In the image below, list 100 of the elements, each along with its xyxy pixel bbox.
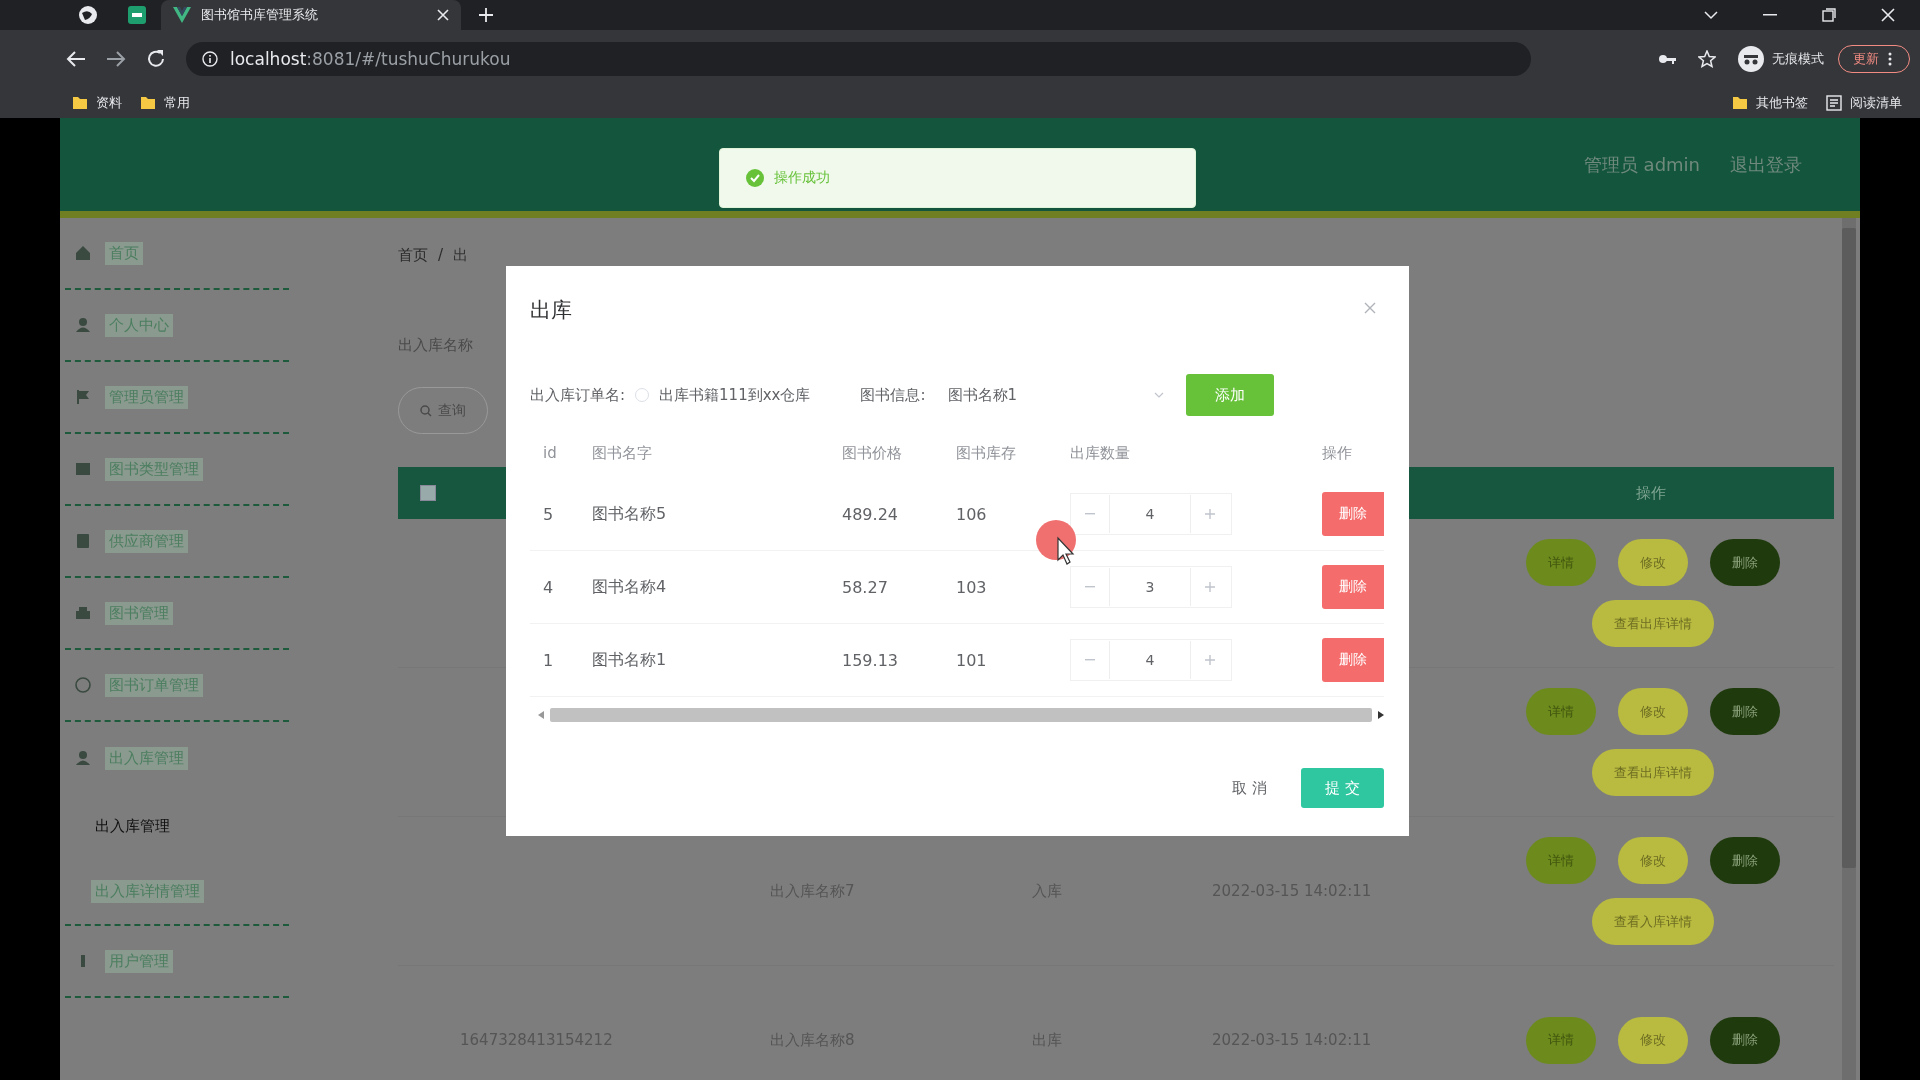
breadcrumb-item[interactable]: 首页 — [398, 245, 428, 265]
menu-item-icon — [75, 245, 91, 261]
table-cell-text: 489.24 — [842, 504, 899, 524]
minimize-icon[interactable] — [1763, 14, 1777, 16]
view-button[interactable]: 查看入库详情 — [1592, 898, 1714, 945]
add-button[interactable]: 添加 — [1185, 374, 1274, 416]
edit-button[interactable]: 修改 — [1618, 1016, 1688, 1064]
submit-button[interactable]: 提 交 — [1301, 768, 1384, 808]
back-icon[interactable] — [66, 50, 86, 68]
delete-button[interactable]: 删除 — [1710, 1016, 1780, 1064]
url-text: localhost:8081/#/tushuChurukou — [230, 49, 511, 69]
reload-icon[interactable] — [146, 49, 166, 69]
column-header: 图书库存 — [956, 443, 1017, 463]
column-header: 图书名字 — [592, 443, 653, 463]
delete-button[interactable]: 删除 — [1322, 492, 1384, 536]
menu-item-icon — [75, 461, 91, 477]
scroll-right-icon[interactable] — [1378, 711, 1384, 719]
table-cell-text: 4 — [542, 577, 555, 597]
delete-button[interactable]: 删除 — [1322, 638, 1384, 682]
info-icon — [202, 51, 218, 67]
browser-tab[interactable]: 图书馆书库管理系统 — [161, 0, 461, 30]
menu-item-icon — [75, 605, 91, 621]
menu-item-icon — [75, 317, 91, 333]
submenu-item[interactable]: 出入库管理 — [65, 794, 289, 859]
column-header: 操作 — [1322, 443, 1353, 463]
sidebar-item[interactable]: 出入库管理 — [65, 722, 289, 794]
sidebar-item[interactable]: 图书订单管理 — [65, 650, 289, 722]
table-cell-text: 58.27 — [842, 577, 889, 597]
table-cell-text: 图书名称4 — [592, 576, 668, 598]
more-icon[interactable] — [1888, 52, 1892, 66]
bookmark[interactable]: 常用 — [140, 94, 190, 112]
field-label: 出入库订单名: — [530, 385, 626, 405]
menu-item-icon — [75, 389, 91, 405]
menu-item-icon — [75, 677, 91, 693]
delete-button[interactable]: 删除 — [1710, 688, 1780, 735]
select-all-checkbox[interactable] — [420, 485, 436, 501]
edit-button[interactable]: 修改 — [1618, 837, 1688, 884]
table-cell-text: 图书名称5 — [592, 503, 668, 525]
sidebar-item[interactable]: 供应商管理 — [65, 506, 289, 578]
breadcrumb-separator: / — [438, 246, 444, 264]
table-cell-text: 159.13 — [842, 650, 899, 670]
delete-button[interactable]: 删除 — [1710, 837, 1780, 884]
sidebar-item[interactable]: 个人中心 — [65, 290, 289, 362]
sidebar-item[interactable]: 首页 — [65, 218, 289, 290]
edit-button[interactable]: 修改 — [1618, 688, 1688, 735]
table-cell-text: 1 — [542, 650, 555, 670]
sidebar-item[interactable]: 用户管理 — [65, 926, 289, 998]
bookmark[interactable]: 其他书签 — [1732, 94, 1808, 112]
profile-label: 无痕模式 — [1772, 50, 1824, 68]
column-header: 图书价格 — [842, 443, 903, 463]
menu-item-icon — [75, 750, 91, 766]
list-icon — [1826, 95, 1842, 111]
caret-icon — [1153, 392, 1164, 398]
folder-icon — [1732, 95, 1748, 111]
success-icon — [746, 169, 764, 187]
horizontal-scrollbar[interactable] — [550, 708, 1372, 722]
new-tab-icon[interactable] — [479, 8, 493, 22]
submenu-item[interactable]: 出入库详情管理 — [65, 859, 289, 924]
table-cell-text: 5 — [542, 504, 555, 524]
delete-button[interactable]: 删除 — [1710, 539, 1780, 586]
success-toast: 操作成功 — [719, 148, 1196, 208]
user-label: 管理员 admin — [1583, 152, 1700, 177]
star-icon[interactable] — [1698, 50, 1716, 68]
sidebar-item[interactable]: 管理员管理 — [65, 362, 289, 434]
restore-icon[interactable] — [1822, 8, 1836, 22]
edit-button[interactable]: 修改 — [1618, 539, 1688, 586]
bookmark[interactable]: 资料 — [72, 94, 122, 112]
sidebar-item[interactable]: 图书类型管理 — [65, 434, 289, 506]
folder-icon — [140, 95, 156, 111]
globe-icon[interactable] — [78, 5, 98, 25]
menu-item-icon — [75, 533, 91, 549]
chevron-down-icon[interactable] — [1704, 10, 1718, 20]
search-icon — [420, 404, 432, 417]
incognito-avatar-icon[interactable] — [1738, 46, 1764, 72]
forward-icon[interactable] — [106, 50, 126, 68]
table-cell-text: 106 — [956, 504, 988, 524]
table-cell-text: 图书名称1 — [592, 649, 668, 671]
key-icon[interactable] — [1658, 53, 1676, 65]
book-select[interactable]: 图书名称1 — [939, 375, 1172, 415]
table-cell-text: 101 — [956, 650, 988, 670]
table-cell-text: 103 — [956, 577, 988, 597]
field-label: 图书信息: — [860, 385, 926, 405]
logout-link[interactable]: 退出登录 — [1730, 152, 1802, 177]
column-header: 操作 — [1635, 483, 1667, 503]
sidebar-item[interactable]: 图书管理 — [65, 578, 289, 650]
scroll-left-icon[interactable] — [538, 711, 544, 719]
breadcrumb-item: 出 — [453, 245, 469, 265]
scrollbar[interactable] — [1842, 218, 1856, 1080]
field-value: 出库书籍111到xx仓库 — [659, 385, 811, 405]
address-bar[interactable]: localhost:8081/#/tushuChurukou — [186, 42, 1531, 76]
column-header: id — [542, 444, 558, 462]
app-icon[interactable] — [128, 6, 146, 24]
folder-icon — [72, 95, 88, 111]
view-button[interactable]: 查看出库详情 — [1592, 600, 1714, 647]
view-button[interactable]: 查看出库详情 — [1592, 749, 1714, 796]
reading-list-button[interactable]: 阅读清单 — [1826, 94, 1902, 112]
delete-button[interactable]: 删除 — [1322, 565, 1384, 609]
dialog-title: 出库 — [530, 297, 572, 324]
column-header: 出库数量 — [1070, 443, 1131, 463]
vue-logo-icon — [173, 7, 191, 23]
